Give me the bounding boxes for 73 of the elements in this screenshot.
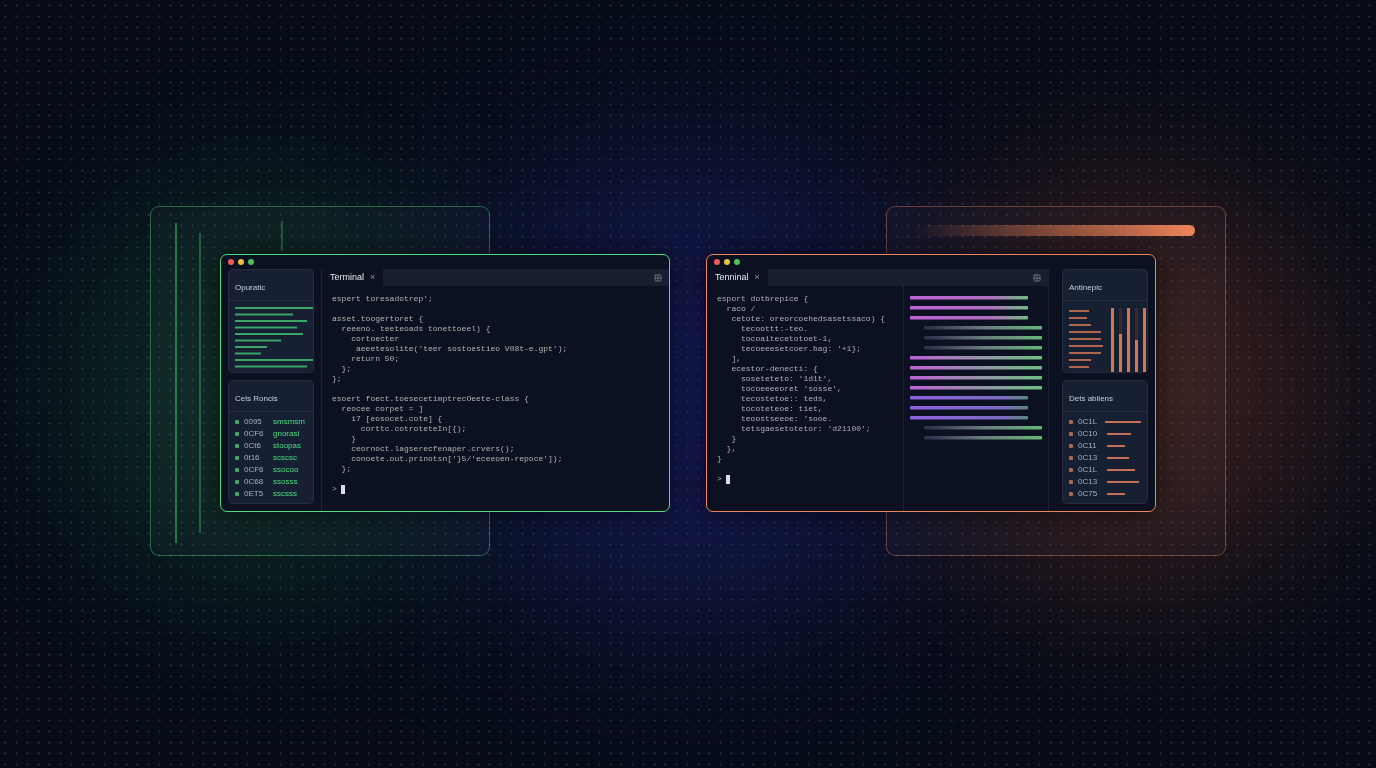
row-id: 0C13 (1078, 476, 1099, 487)
code-line: raco / (725, 304, 757, 314)
code-line: reeeno. teeteoads tonettoeel) { (340, 324, 492, 334)
code-line: soseteteto: '1d1t', (740, 374, 834, 384)
code-line: ecestor-denecti: { (730, 364, 819, 374)
value-bar (1107, 432, 1131, 435)
panel-title: Antinepic (1069, 283, 1102, 292)
row-value: gnorasi (273, 428, 300, 439)
code-line: return 50; (350, 354, 401, 364)
value-bar (1107, 492, 1125, 495)
close-button[interactable]: × (370, 270, 376, 285)
row-id: 0C1L (1078, 464, 1099, 475)
prompt-symbol: > (332, 484, 337, 494)
row-id: 0ET5 (244, 488, 265, 499)
text-cursor (340, 484, 345, 494)
code-line: teoostseeoe: 'sooe. (740, 414, 834, 424)
value-bar (1107, 480, 1139, 483)
row-id: 0CF6 (244, 464, 265, 475)
code-line: aeeetesolite('teer sostoestieo V08t-e.gpt'); (355, 344, 569, 354)
row-id: 0095 (244, 416, 263, 427)
code-line: tecoeeesetcoer.bag: '+1}; (740, 344, 863, 354)
text-cursor (725, 474, 730, 484)
row-value: ssocoo (273, 464, 299, 475)
prompt-symbol: > (717, 474, 722, 484)
row-id: 0Ct6 (244, 440, 262, 451)
row-id: 0C11 (1078, 440, 1098, 451)
row-id: 0C13 (1078, 452, 1099, 463)
row-id: 0t16 (244, 452, 261, 463)
code-line: espert toresadotrep'; (332, 294, 434, 304)
code-line: ], (730, 354, 742, 364)
row-value: stoopas (273, 440, 302, 451)
panel-title: Dets abliens (1069, 394, 1114, 403)
row-id: 0CF6 (244, 428, 265, 439)
code-line: esoert foect.toesecetimptrecOeete-class { (332, 394, 530, 404)
value-bar (1104, 420, 1141, 423)
code-line: } (350, 434, 357, 444)
row-value: sscsss (273, 488, 297, 499)
panel-title: Cels Roncis (235, 394, 278, 403)
code-line: cetote: oreorcoehedsasetssaco) { (730, 314, 887, 324)
code-line: }; (340, 464, 353, 474)
code-line: ceornoct.lagserecfenaper.crvers(); (350, 444, 516, 454)
grid-icon[interactable] (654, 273, 662, 282)
code-line: conoete.out.prinotsn['}5/'eceeoen-repoce']); (350, 454, 564, 464)
row-value: ssosss (273, 476, 298, 487)
code-line: } (730, 434, 738, 444)
grid-icon[interactable] (1033, 273, 1041, 282)
row-id: 0C10 (1078, 428, 1099, 439)
code-line: } (717, 454, 723, 464)
code-line: reocee corpet = ] (340, 404, 425, 414)
value-bar (1107, 444, 1125, 447)
row-id: 0C1L (1078, 416, 1099, 427)
code-line: tocoaitecetotoet-1, (740, 334, 834, 344)
row-id: 0C75 (1078, 488, 1099, 499)
code-line: asset.toogertoret { (332, 314, 425, 324)
panel-title: Opuratic (235, 283, 266, 292)
code-line: i7 [eosocet.cote] { (350, 414, 444, 424)
code-line: tecostetoe:: teds, (740, 394, 829, 404)
code-line: corttc.cotroteteIn[{); (359, 424, 468, 434)
code-line: tocoeeeeoret 'sosse', (740, 384, 843, 394)
row-value: scscsc (273, 452, 297, 463)
code-line: }; (340, 364, 353, 374)
code-line: tocoteteoe: tiet, (740, 404, 824, 414)
value-bar (1107, 456, 1129, 459)
code-line: tetsgaesetotetor: 'd21100'; (740, 424, 872, 434)
code-line: }; (332, 374, 343, 384)
code-line: esport dotbrepice { (717, 294, 810, 304)
row-id: 0C68 (244, 476, 265, 487)
code-line: }, (725, 444, 738, 454)
row-value: smsmsm (273, 416, 305, 427)
code-line: tecoottt:-teo. (740, 324, 810, 334)
value-bar (1107, 468, 1135, 471)
code-line: cortoecter (350, 334, 401, 344)
close-button[interactable]: × (754, 270, 760, 285)
